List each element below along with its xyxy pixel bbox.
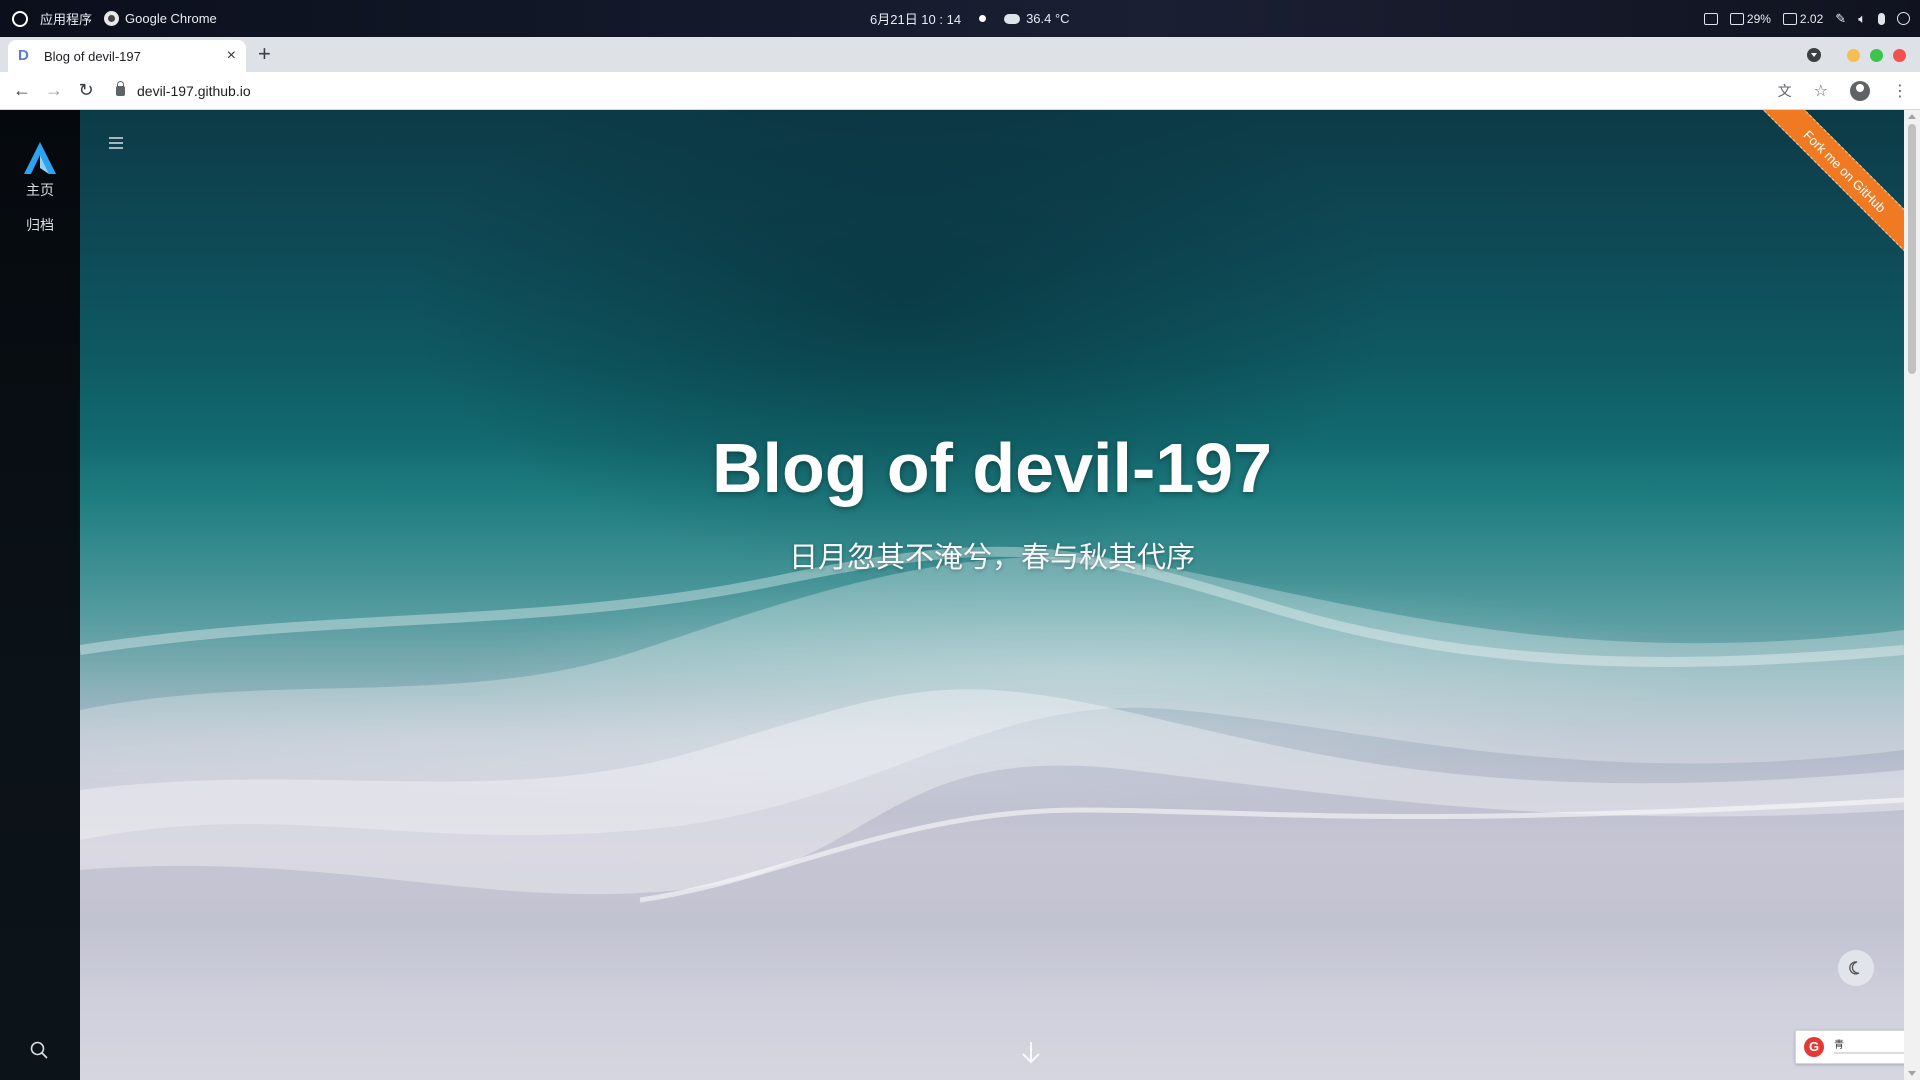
monitor-icon[interactable] xyxy=(1782,12,1797,25)
back-button[interactable]: ← xyxy=(6,80,38,101)
chrome-icon xyxy=(104,11,120,26)
tab-close-icon[interactable]: × xyxy=(227,47,236,65)
tab-search-icon[interactable] xyxy=(1807,48,1821,62)
reload-button[interactable]: ↻ xyxy=(70,80,102,101)
sidebar: 主页 归档 xyxy=(0,110,123,1080)
ocean-waves-background xyxy=(80,546,1904,903)
scroll-up-icon[interactable] xyxy=(1908,114,1916,119)
search-icon[interactable] xyxy=(29,1040,49,1060)
song-title: 青 xyxy=(1834,1040,1844,1051)
page-viewport: Blog of devil-197 日月忽其不淹兮，春与秋其代序 Fork me… xyxy=(0,110,1920,1080)
volume-icon[interactable]: 🔈︎ xyxy=(1858,11,1866,27)
site-subtitle: 日月忽其不淹兮，春与秋其代序 xyxy=(788,540,1195,574)
scroll-thumb[interactable] xyxy=(1908,124,1916,374)
new-tab-button[interactable]: + xyxy=(258,42,271,66)
power-icon[interactable] xyxy=(1897,12,1910,25)
clock[interactable]: 6月21日 10 : 14 xyxy=(870,9,961,28)
pen-icon[interactable]: ✎ xyxy=(1835,11,1846,27)
sidebar-item-home[interactable]: 主页 xyxy=(0,180,80,200)
scroll-down-arrow-icon[interactable] xyxy=(1020,1040,1042,1066)
browser-tab[interactable]: D Blog of devil-197 × xyxy=(8,40,246,72)
keyboard-icon[interactable] xyxy=(1703,12,1718,25)
sidebar-item-archive[interactable]: 归档 xyxy=(0,215,80,235)
translate-icon[interactable]: 文 xyxy=(1778,81,1792,101)
weather-cloud-icon xyxy=(1004,13,1021,24)
scroll-down-icon[interactable] xyxy=(1908,1071,1916,1076)
moon-icon xyxy=(1849,961,1860,975)
page-scrollbar[interactable] xyxy=(1904,110,1920,1080)
active-app-label[interactable]: Google Chrome xyxy=(125,11,217,26)
forward-button[interactable]: → xyxy=(38,80,70,101)
menu-kebab-icon[interactable]: ⋮ xyxy=(1892,81,1908,101)
url-text[interactable]: devil-197.github.io xyxy=(137,83,251,99)
lock-icon[interactable] xyxy=(116,80,125,96)
hero-banner: Blog of devil-197 日月忽其不淹兮，春与秋其代序 Fork me… xyxy=(80,110,1920,1080)
apps-menu[interactable]: 应用程序 xyxy=(40,9,92,28)
maximize-button[interactable] xyxy=(1870,48,1883,62)
site-logo-icon[interactable] xyxy=(22,140,58,176)
temperature[interactable]: 36.4 °C xyxy=(1026,11,1070,26)
microphone-icon[interactable] xyxy=(1878,12,1885,25)
close-window-button[interactable] xyxy=(1893,48,1906,62)
profile-avatar-icon[interactable] xyxy=(1850,80,1870,101)
site-title: Blog of devil-197 xyxy=(711,429,1273,507)
network-speed: 2.02 xyxy=(1799,11,1824,26)
blog-favicon-icon: D xyxy=(18,47,29,64)
tab-strip: D Blog of devil-197 × + xyxy=(0,37,1920,72)
music-player: G 青 xyxy=(1795,1030,1920,1064)
battery-percent: 29% xyxy=(1746,11,1771,26)
battery-icon[interactable] xyxy=(1729,12,1744,25)
bookmark-star-icon[interactable]: ☆ xyxy=(1814,81,1828,101)
browser-toolbar: ← → ↻ devil-197.github.io 文 ☆ ⋮ xyxy=(0,72,1920,110)
dark-mode-toggle[interactable] xyxy=(1838,950,1874,986)
minimize-button[interactable] xyxy=(1847,48,1860,62)
sidebar-menu-icon[interactable] xyxy=(108,136,124,150)
launcher-icon[interactable] xyxy=(12,10,28,27)
netease-music-icon[interactable]: G xyxy=(1804,1037,1824,1057)
address-bar[interactable]: devil-197.github.io xyxy=(116,80,251,99)
os-top-panel: 应用程序 Google Chrome 6月21日 10 : 14 36.4 °C… xyxy=(0,0,1920,37)
tab-title: Blog of devil-197 xyxy=(44,48,141,64)
notification-dot-icon xyxy=(979,15,987,22)
